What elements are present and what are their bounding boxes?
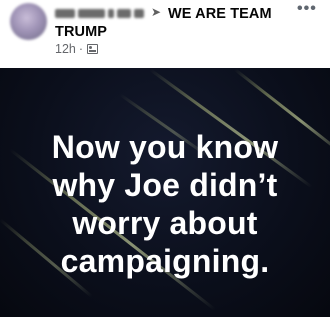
meta-separator: · (78, 42, 84, 56)
author-avatar[interactable] (10, 3, 47, 40)
caption-line: campaigning. (60, 243, 270, 279)
post-image[interactable]: Now you know why Joe didn’t worry about … (0, 68, 330, 317)
post-header: ➤ WE ARE TEAM TRUMP 12h · ••• (0, 0, 330, 68)
more-options-icon[interactable]: ••• (297, 0, 317, 18)
post-timestamp[interactable]: 12h (55, 42, 76, 56)
image-caption: Now you know why Joe didn’t worry about … (0, 128, 330, 280)
post-meta: 12h · (55, 42, 99, 56)
album-icon (87, 44, 99, 54)
caption-line: Now you know (51, 129, 279, 165)
caption-line: why Joe didn’t (52, 167, 278, 203)
group-name-link[interactable]: WE ARE TEAM TRUMP (55, 5, 285, 41)
caption-line: worry about (72, 205, 258, 241)
